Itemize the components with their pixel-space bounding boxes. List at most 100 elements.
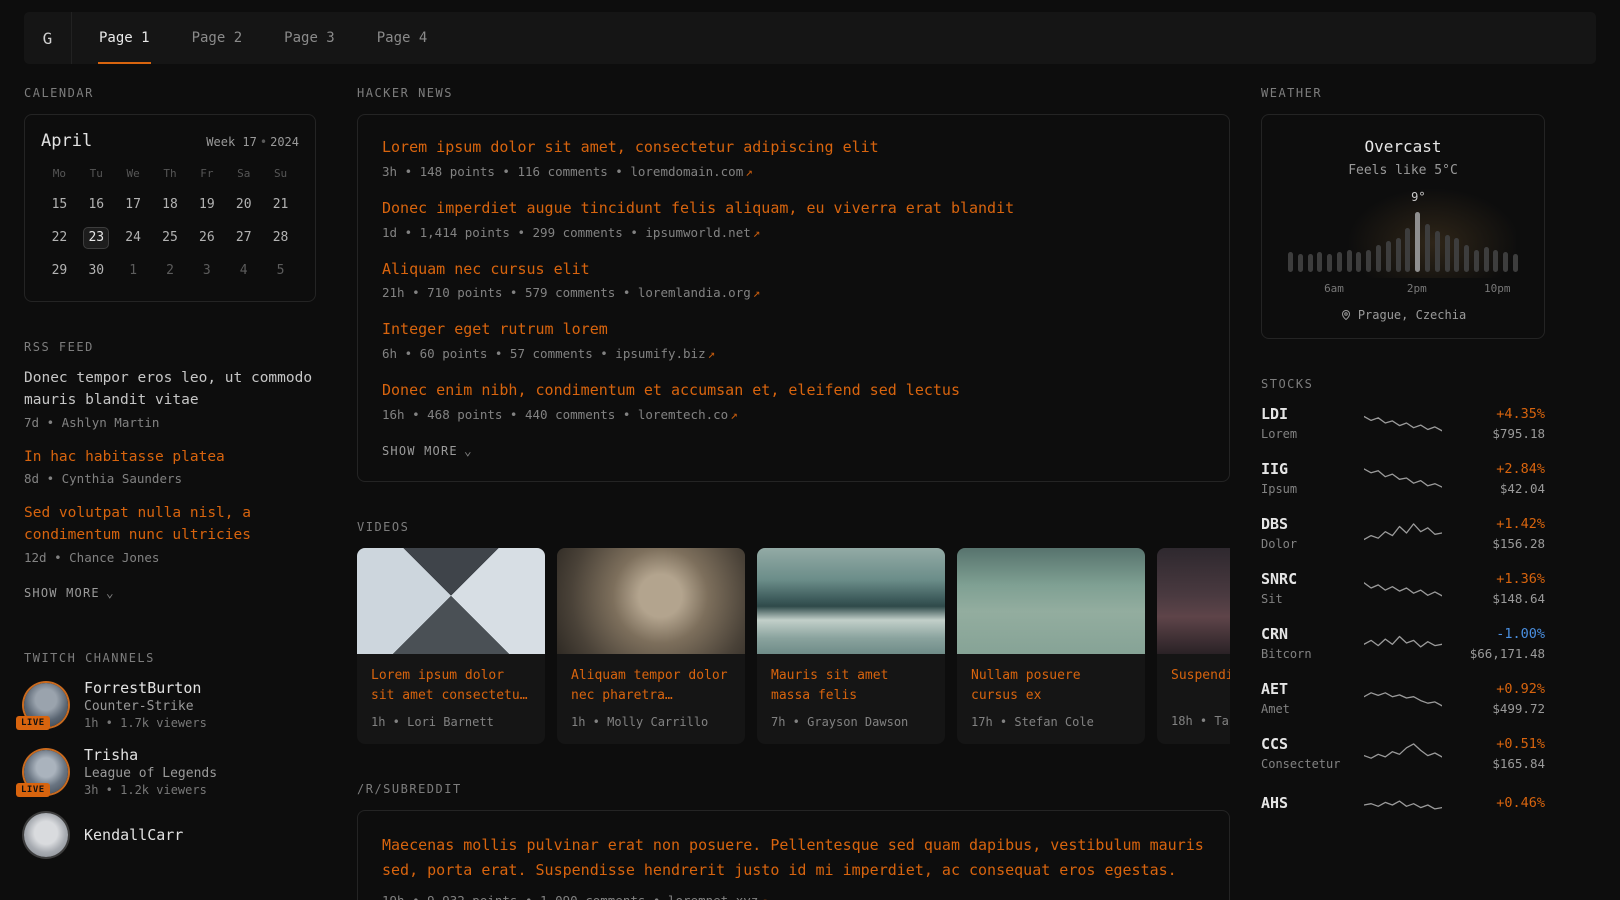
video-card[interactable]: Suspendisse diam 18h • Tara bbox=[1157, 548, 1230, 743]
news-title-link[interactable]: Aliquam nec cursus elit bbox=[382, 259, 1205, 281]
stock-values: +0.46% bbox=[1453, 795, 1545, 815]
live-badge: LIVE bbox=[16, 716, 50, 730]
video-card[interactable]: Nullam posuere cursus ex 17h • Stefan Co… bbox=[957, 548, 1145, 743]
stock-price: $165.84 bbox=[1453, 756, 1545, 771]
stock-row[interactable]: AHS +0.46% bbox=[1261, 790, 1545, 820]
rss-item-link[interactable]: Donec tempor eros leo, ut commodo mauris… bbox=[24, 368, 316, 412]
rss-item-link[interactable]: In hac habitasse platea bbox=[24, 447, 316, 469]
rss-item: Sed volutpat nulla nisl, a condimentum n… bbox=[24, 503, 316, 565]
stock-row[interactable]: LDI Lorem +4.35% $795.18 bbox=[1261, 405, 1545, 441]
video-thumbnail bbox=[357, 548, 545, 654]
stock-price: $795.18 bbox=[1453, 426, 1545, 441]
video-carousel: Lorem ipsum dolor sit amet consectetu… 1… bbox=[357, 548, 1230, 743]
twitch-channel[interactable]: KendallCarr bbox=[24, 813, 316, 857]
weather-widget-title: WEATHER bbox=[1261, 86, 1545, 100]
stock-row[interactable]: SNRC Sit +1.36% $148.64 bbox=[1261, 570, 1545, 606]
dashboard-page: G Page 1 Page 2 Page 3 Page 4 CALENDAR A… bbox=[0, 0, 1620, 900]
stock-change: +1.36% bbox=[1453, 571, 1545, 587]
stock-values: +2.84% $42.04 bbox=[1453, 461, 1545, 496]
weather-widget: WEATHER Overcast Feels like 5°C 9° 6am 2… bbox=[1261, 86, 1545, 339]
tab-page-1[interactable]: Page 1 bbox=[78, 12, 171, 64]
calendar-widget-title: CALENDAR bbox=[24, 86, 316, 100]
calendar-week-info: Week 17•2024 bbox=[206, 135, 299, 149]
chevron-down-icon: ⌄ bbox=[106, 586, 115, 601]
stock-id: SNRC Sit bbox=[1261, 570, 1353, 606]
stock-price: $499.72 bbox=[1453, 701, 1545, 716]
rss-show-more-button[interactable]: SHOW MORE⌄ bbox=[24, 586, 115, 601]
news-meta: 21h • 710 points • 579 comments • loreml… bbox=[382, 285, 1205, 300]
twitch-widget: TWITCH CHANNELS LIVE ForrestBurton Count… bbox=[24, 651, 316, 857]
hacker-news-box: Lorem ipsum dolor sit amet, consectetur … bbox=[357, 114, 1230, 482]
stock-values: +4.35% $795.18 bbox=[1453, 406, 1545, 441]
video-thumbnail bbox=[757, 548, 945, 654]
video-meta: 1h • Molly Carrillo bbox=[571, 715, 731, 729]
rss-widget-title: RSS FEED bbox=[24, 340, 316, 354]
stock-ticker: DBS bbox=[1261, 515, 1353, 533]
weather-hour-bar bbox=[1513, 254, 1518, 272]
stock-ticker: SNRC bbox=[1261, 570, 1353, 588]
stock-row[interactable]: CRN Bitcorn -1.00% $66,171.48 bbox=[1261, 625, 1545, 661]
calendar-day-cell: 16 bbox=[78, 193, 115, 217]
calendar-grid: MoTuWeThFrSaSu15161718192021222324252627… bbox=[41, 167, 299, 283]
stock-change: -1.00% bbox=[1453, 626, 1545, 642]
avatar bbox=[24, 813, 68, 857]
stock-name: Lorem bbox=[1261, 427, 1353, 441]
calendar-day-cell: 1 bbox=[115, 259, 152, 283]
stock-name: Bitcorn bbox=[1261, 647, 1353, 661]
stock-row[interactable]: AET Amet +0.92% $499.72 bbox=[1261, 680, 1545, 716]
video-title: Lorem ipsum dolor sit amet consectetu… bbox=[371, 666, 531, 706]
stock-values: -1.00% $66,171.48 bbox=[1453, 626, 1545, 661]
twitch-channel[interactable]: LIVE Trisha League of Legends 3h • 1.2k … bbox=[24, 746, 316, 797]
tab-page-3[interactable]: Page 3 bbox=[263, 12, 356, 64]
video-card[interactable]: Mauris sit amet massa felis 7h • Grayson… bbox=[757, 548, 945, 743]
stock-change: +0.92% bbox=[1453, 681, 1545, 697]
calendar-header: April Week 17•2024 bbox=[41, 131, 299, 151]
calendar-day-name: Sa bbox=[225, 167, 262, 184]
video-thumbnail bbox=[1157, 548, 1230, 654]
app-logo[interactable]: G bbox=[24, 12, 72, 64]
video-meta: 7h • Grayson Dawson bbox=[771, 715, 931, 729]
weather-hour-bar bbox=[1484, 247, 1489, 272]
calendar-day-cell: 25 bbox=[152, 226, 189, 250]
subreddit-post-link[interactable]: Maecenas mollis pulvinar erat non posuer… bbox=[382, 833, 1205, 884]
calendar-day-cell: 19 bbox=[188, 193, 225, 217]
news-title-link[interactable]: Lorem ipsum dolor sit amet, consectetur … bbox=[382, 137, 1205, 159]
calendar-day-cell: 18 bbox=[152, 193, 189, 217]
stock-id: DBS Dolor bbox=[1261, 515, 1353, 551]
calendar-day-cell: 2 bbox=[152, 259, 189, 283]
video-card[interactable]: Lorem ipsum dolor sit amet consectetu… 1… bbox=[357, 548, 545, 743]
channel-info: ForrestBurton Counter-Strike 1h • 1.7k v… bbox=[84, 679, 207, 730]
page-tabs: Page 1 Page 2 Page 3 Page 4 bbox=[78, 12, 448, 64]
calendar-day-name: Th bbox=[152, 167, 189, 184]
calendar-day-cell: 17 bbox=[115, 193, 152, 217]
calendar-day-name: Fr bbox=[188, 167, 225, 184]
news-title-link[interactable]: Donec enim nibh, condimentum et accumsan… bbox=[382, 380, 1205, 402]
channel-name: KendallCarr bbox=[84, 826, 183, 844]
twitch-channel[interactable]: LIVE ForrestBurton Counter-Strike 1h • 1… bbox=[24, 679, 316, 730]
stock-id: CRN Bitcorn bbox=[1261, 625, 1353, 661]
stock-ticker: AET bbox=[1261, 680, 1353, 698]
video-info: Suspendisse diam 18h • Tara bbox=[1157, 654, 1230, 743]
middle-column: HACKER NEWS Lorem ipsum dolor sit amet, … bbox=[357, 86, 1230, 900]
stock-row[interactable]: DBS Dolor +1.42% $156.28 bbox=[1261, 515, 1545, 551]
rss-item-meta: 7d • Ashlyn Martin bbox=[24, 415, 316, 430]
stock-row[interactable]: CCS Consectetur +0.51% $165.84 bbox=[1261, 735, 1545, 771]
weather-hour-bar bbox=[1386, 241, 1391, 272]
calendar-day-name: Su bbox=[262, 167, 299, 184]
weather-hour-bar bbox=[1298, 254, 1303, 272]
news-show-more-button[interactable]: SHOW MORE⌄ bbox=[382, 444, 473, 459]
tab-page-2[interactable]: Page 2 bbox=[171, 12, 264, 64]
rss-item-link[interactable]: Sed volutpat nulla nisl, a condimentum n… bbox=[24, 503, 316, 547]
tab-page-4[interactable]: Page 4 bbox=[356, 12, 449, 64]
weather-hour-bar bbox=[1308, 254, 1313, 272]
weather-hour-bar bbox=[1454, 238, 1459, 272]
stock-row[interactable]: IIG Ipsum +2.84% $42.04 bbox=[1261, 460, 1545, 496]
news-title-link[interactable]: Integer eget rutrum lorem bbox=[382, 319, 1205, 341]
subreddit-widget: /R/SUBREDDIT Maecenas mollis pulvinar er… bbox=[357, 782, 1230, 900]
stock-id: CCS Consectetur bbox=[1261, 735, 1353, 771]
calendar-day-cell: 22 bbox=[41, 226, 78, 250]
video-card[interactable]: Aliquam tempor dolor nec pharetra… 1h • … bbox=[557, 548, 745, 743]
stock-sparkline bbox=[1353, 738, 1453, 768]
stock-name: Dolor bbox=[1261, 537, 1353, 551]
news-title-link[interactable]: Donec imperdiet augue tincidunt felis al… bbox=[382, 198, 1205, 220]
